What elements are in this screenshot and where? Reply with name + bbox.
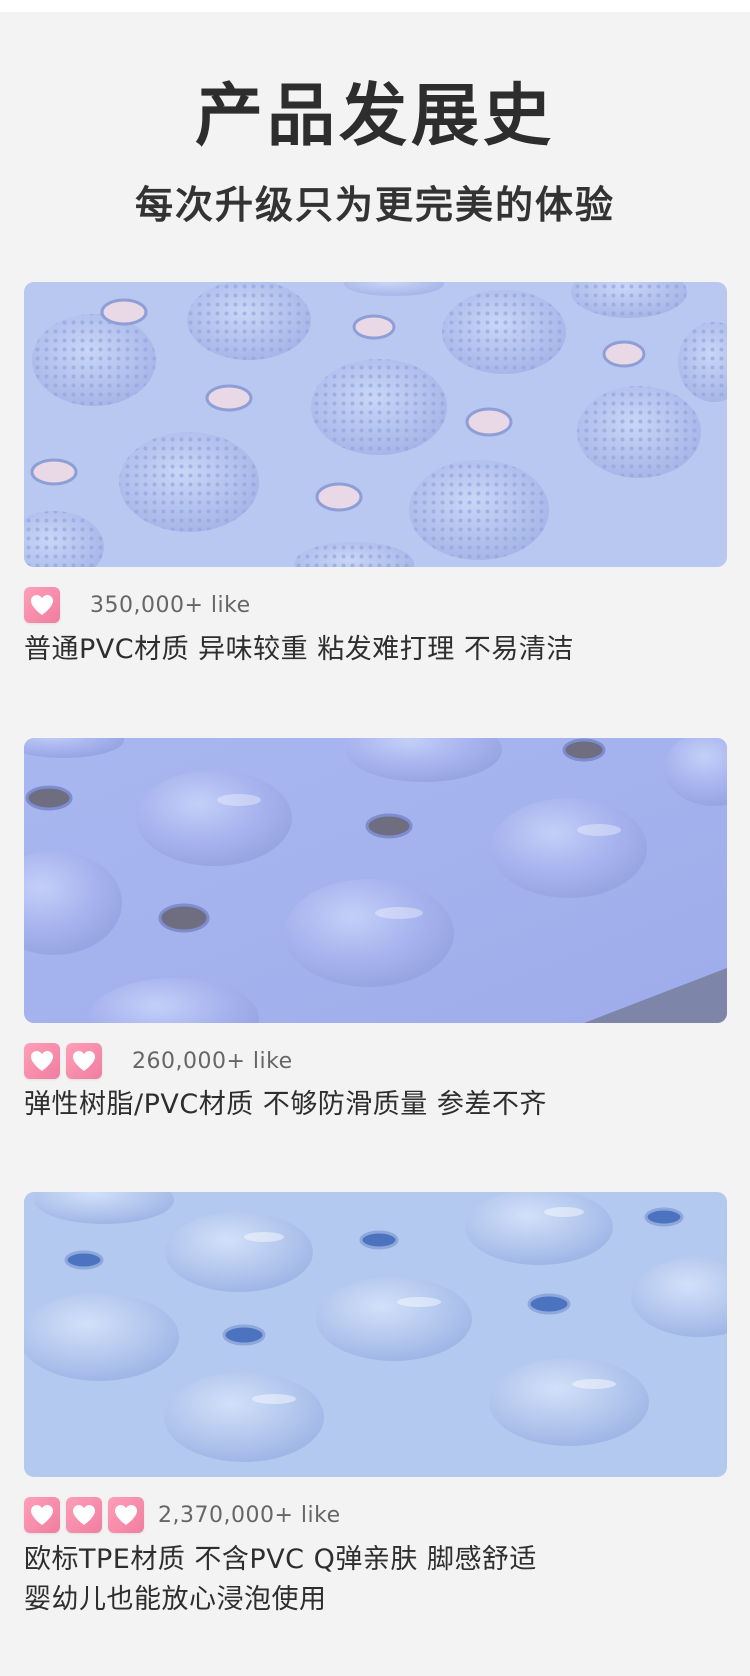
likes-count: 260,000+ like — [132, 1048, 293, 1074]
top-band — [0, 0, 750, 12]
heart-icon — [108, 1497, 144, 1533]
description-line: 弹性树脂/PVC材质 不够防滑质量 参差不齐 — [24, 1089, 547, 1120]
likes-count: 350,000+ like — [90, 592, 251, 618]
description-line: 普通PVC材质 异味较重 粘发难打理 不易清洁 — [24, 634, 574, 665]
heart-icon — [66, 1043, 102, 1079]
product-3-photo — [24, 1192, 727, 1477]
product-1-description: 普通PVC材质 异味较重 粘发难打理 不易清洁 — [24, 630, 574, 670]
product-2-photo — [24, 738, 727, 1023]
product-3-description: 欧标TPE材质 不含PVC Q弹亲肤 脚感舒适 婴幼儿也能放心浸泡使用 — [24, 1540, 537, 1620]
product-1-likes: 350,000+ like — [24, 586, 251, 624]
likes-count: 2,370,000+ like — [158, 1502, 341, 1528]
heart-icon — [66, 1497, 102, 1533]
product-2-description: 弹性树脂/PVC材质 不够防滑质量 参差不齐 — [24, 1085, 547, 1125]
page-subtitle: 每次升级只为更完美的体验 — [134, 183, 615, 227]
page-title: 产品发展史 — [194, 77, 555, 156]
description-line: 婴幼儿也能放心浸泡使用 — [24, 1584, 327, 1615]
heart-icon — [24, 1043, 60, 1079]
heart-icon — [24, 587, 60, 623]
product-1-photo — [24, 282, 727, 567]
heart-icon — [24, 1497, 60, 1533]
product-3-likes: 2,370,000+ like — [24, 1496, 341, 1534]
description-line: 欧标TPE材质 不含PVC Q弹亲肤 脚感舒适 — [24, 1544, 537, 1575]
product-2-likes: 260,000+ like — [24, 1042, 293, 1080]
